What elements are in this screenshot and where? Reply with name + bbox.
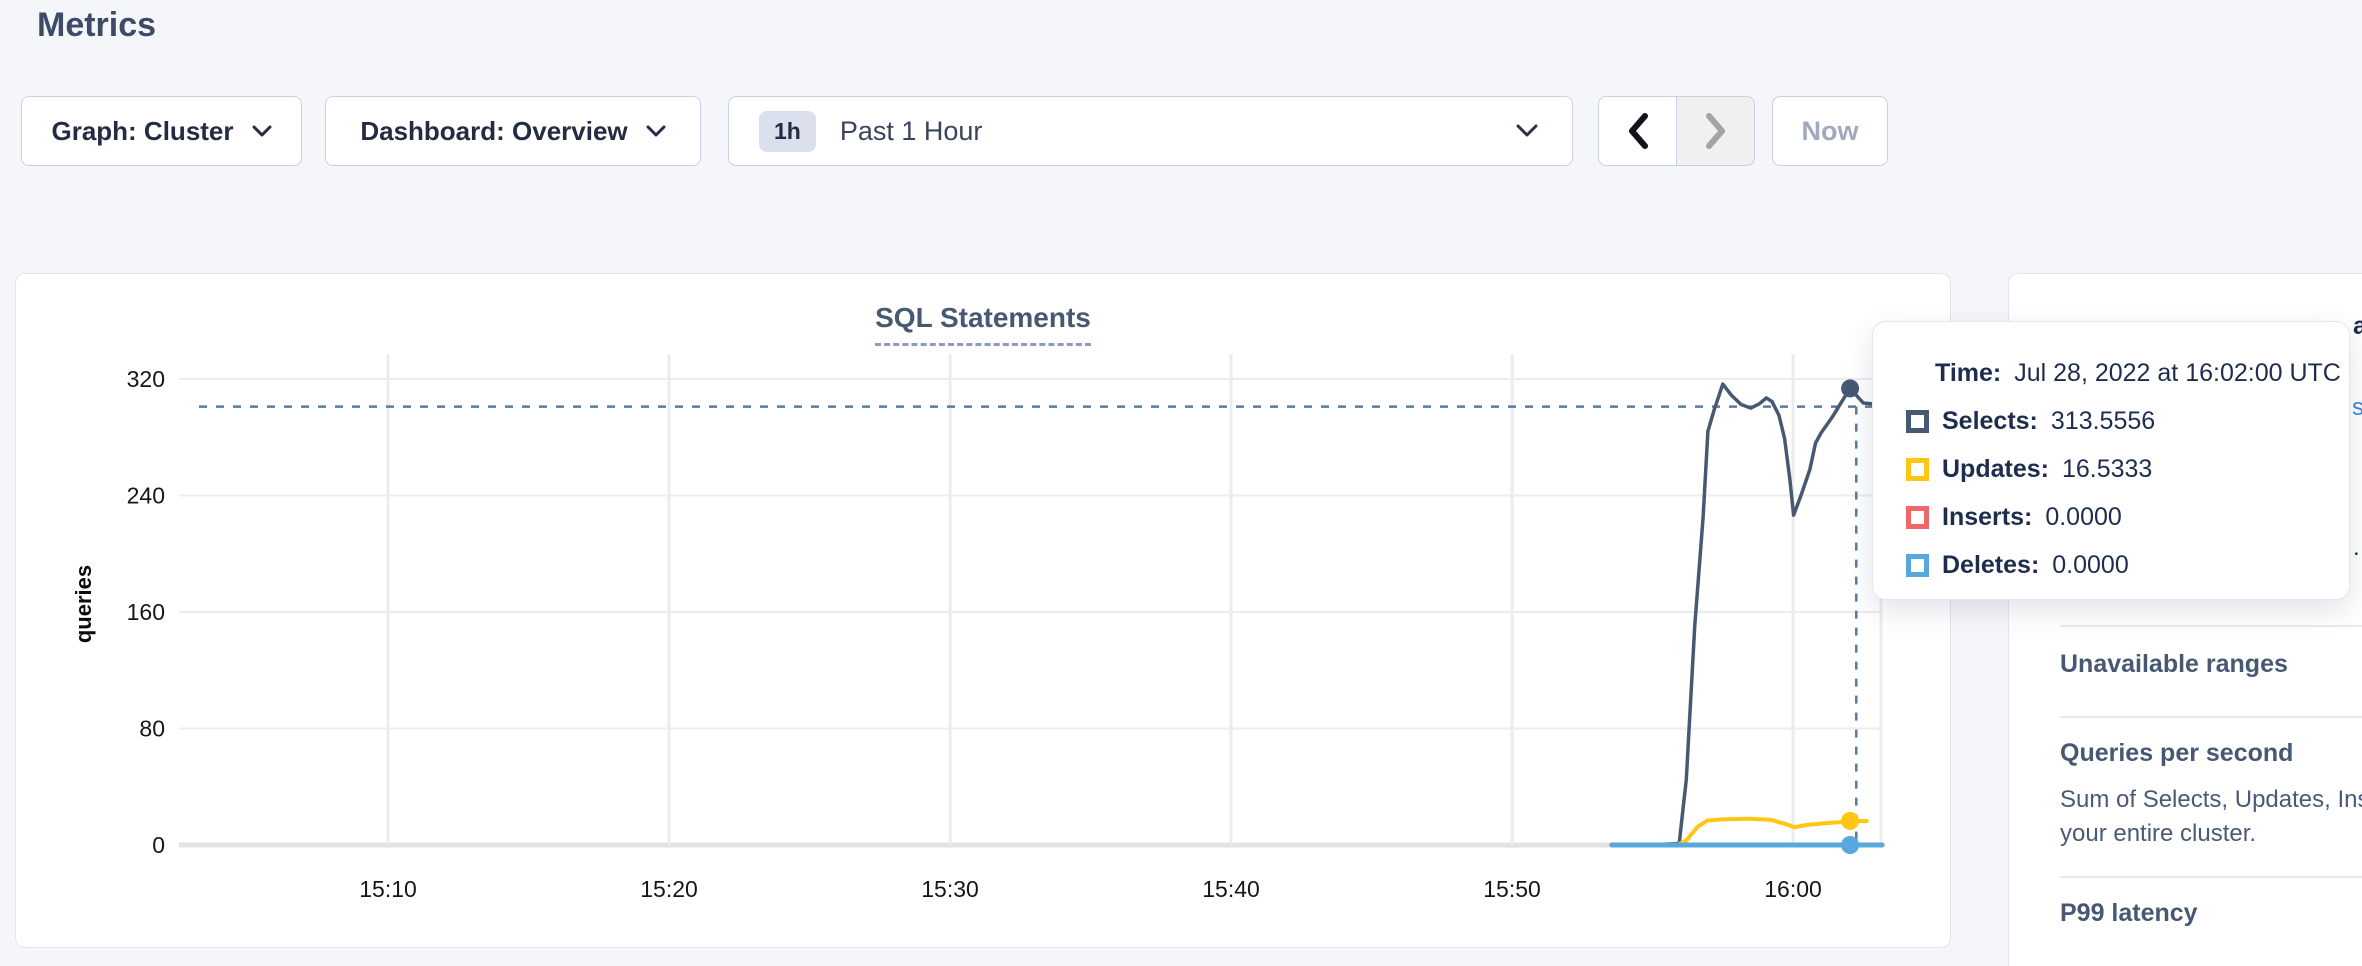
svg-text:15:10: 15:10 (359, 876, 417, 902)
sidebar-heading-unavailable-ranges: Unavailable ranges (2060, 650, 2288, 679)
svg-text:queries: queries (71, 565, 96, 643)
svg-text:15:40: 15:40 (1202, 876, 1260, 902)
sidebar-divider (2060, 716, 2362, 718)
chevron-right-icon (1705, 113, 1727, 149)
svg-text:0: 0 (152, 832, 165, 858)
tooltip-row-deletes: Deletes: 0.0000 (1906, 541, 2349, 589)
svg-text:15:20: 15:20 (640, 876, 698, 902)
time-range-badge: 1h (759, 111, 816, 152)
prev-range-button[interactable] (1598, 96, 1677, 166)
sidebar-divider (2060, 625, 2362, 627)
dashboard-dropdown-label: Dashboard: Overview (360, 116, 627, 147)
sidebar-heading-queries-per-second: Queries per second (2060, 739, 2293, 768)
svg-text:16:00: 16:00 (1764, 876, 1822, 902)
sidebar-description-line: Sum of Selects, Updates, Inser (2060, 786, 2362, 814)
updates-series-swatch-icon (1906, 458, 1929, 481)
chart-title-wrap: SQL Statements (16, 302, 1950, 346)
sidebar-description-line: your entire cluster. (2060, 820, 2256, 848)
sql-statements-chart-card: SQL Statements 0 80 160 240 320 15:10 15:20 15:… (15, 273, 1951, 948)
now-button-label: Now (1802, 116, 1859, 147)
svg-text:15:50: 15:50 (1483, 876, 1541, 902)
svg-text:15:30: 15:30 (921, 876, 979, 902)
tooltip-row-selects: Selects: 313.5556 (1906, 397, 2349, 445)
chart-title[interactable]: SQL Statements (875, 302, 1091, 346)
sidebar-divider (2060, 876, 2362, 878)
chevron-down-icon (252, 125, 272, 138)
tooltip-time-row: Time: Jul 28, 2022 at 16:02:00 UTC (1906, 349, 2349, 397)
dashboard-dropdown[interactable]: Dashboard: Overview (325, 96, 701, 166)
metrics-page: Metrics Graph: Cluster Dashboard: Overvi… (0, 0, 2362, 966)
svg-text:80: 80 (139, 716, 165, 742)
chevron-down-icon (1516, 124, 1538, 138)
next-range-button[interactable] (1676, 96, 1755, 166)
svg-text:160: 160 (127, 599, 165, 625)
selects-series-swatch-icon (1906, 410, 1929, 433)
time-range-label: Past 1 Hour (840, 116, 1516, 147)
inserts-series-swatch-icon (1906, 506, 1929, 529)
graph-dropdown[interactable]: Graph: Cluster (21, 96, 302, 166)
clipped-text-fragment: . (2353, 534, 2360, 562)
sidebar-heading-p99-latency: P99 latency (2060, 899, 2198, 928)
time-range-select[interactable]: 1h Past 1 Hour (728, 96, 1573, 166)
page-title: Metrics (37, 6, 156, 45)
sql-statements-chart[interactable]: 0 80 160 240 320 15:10 15:20 15:30 15:40 15:50 16:… (16, 274, 1952, 949)
chevron-down-icon (646, 125, 666, 138)
chart-tooltip: Time: Jul 28, 2022 at 16:02:00 UTC Selec… (1872, 321, 2350, 600)
chevron-left-icon (1627, 113, 1649, 149)
tooltip-row-updates: Updates: 16.5333 (1906, 445, 2349, 493)
tooltip-time-value: Jul 28, 2022 at 16:02:00 UTC (2014, 359, 2341, 388)
tooltip-time-label: Time: (1935, 359, 2001, 388)
svg-text:320: 320 (127, 366, 165, 392)
now-button[interactable]: Now (1772, 96, 1888, 166)
clipped-text-fragment: a (2353, 312, 2362, 341)
graph-dropdown-label: Graph: Cluster (51, 116, 233, 147)
clipped-text-fragment: s (2352, 394, 2362, 422)
tooltip-row-inserts: Inserts: 0.0000 (1906, 493, 2349, 541)
deletes-series-swatch-icon (1906, 554, 1929, 577)
svg-text:240: 240 (127, 483, 165, 509)
